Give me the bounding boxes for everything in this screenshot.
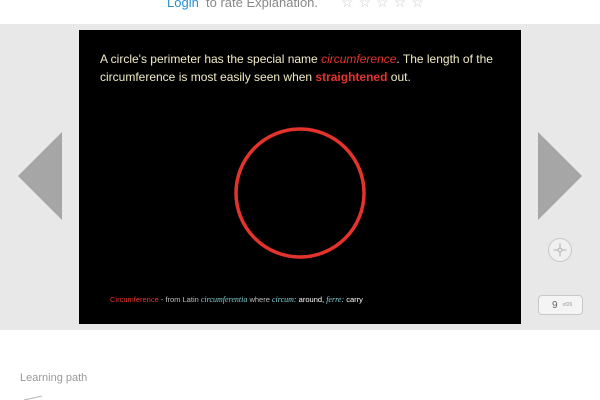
page-counter[interactable]: 9 of26: [538, 295, 583, 315]
etym-carry: carry: [344, 295, 363, 304]
etym-ferre: ferre:: [326, 295, 345, 304]
page-total: of26: [562, 302, 573, 308]
etym-circum: circum:: [272, 295, 297, 304]
circle-figure: [234, 127, 366, 259]
right-arrow-icon[interactable]: [538, 132, 582, 220]
star-1-icon[interactable]: ☆: [341, 0, 354, 10]
rate-prompt: to rate Explanation.: [206, 0, 319, 10]
etymology-note: Circumference - from Latin circumferenti…: [110, 295, 363, 304]
etym-term: Circumference: [110, 295, 159, 304]
etym-around: around,: [296, 295, 327, 304]
star-5-icon[interactable]: ☆: [411, 0, 424, 10]
star-4-icon[interactable]: ☆: [394, 0, 407, 10]
slide-text: A circle's perimeter has the special nam…: [100, 50, 510, 86]
star-2-icon[interactable]: ☆: [359, 0, 372, 10]
etym-from: - from Latin: [158, 295, 201, 304]
term-straightened: straightened: [315, 70, 388, 84]
left-arrow-icon[interactable]: [18, 132, 62, 220]
term-circumference: circumference: [321, 52, 397, 66]
star-3-icon[interactable]: ☆: [376, 0, 389, 10]
etym-where: where: [247, 295, 272, 304]
rating-bar: Login to rate Explanation. ☆ ☆ ☆ ☆ ☆: [0, 0, 600, 24]
slideshow-stage: A circle's perimeter has the special nam…: [0, 24, 600, 330]
login-link[interactable]: Login: [167, 0, 199, 10]
learning-path-label: Learning path: [20, 372, 88, 384]
slide-text-part3: out.: [387, 70, 411, 84]
star-rating: ☆ ☆ ☆ ☆ ☆: [341, 0, 424, 10]
circle-outline: [234, 127, 366, 259]
slide: A circle's perimeter has the special nam…: [79, 30, 521, 324]
compass-button[interactable]: [548, 238, 572, 262]
compass-icon: [553, 243, 567, 257]
page-number: 9: [552, 299, 558, 311]
slide-text-part1: A circle's perimeter has the special nam…: [100, 52, 322, 66]
learning-path-icon: [23, 395, 43, 400]
etym-latin: circumferentia: [200, 295, 248, 304]
